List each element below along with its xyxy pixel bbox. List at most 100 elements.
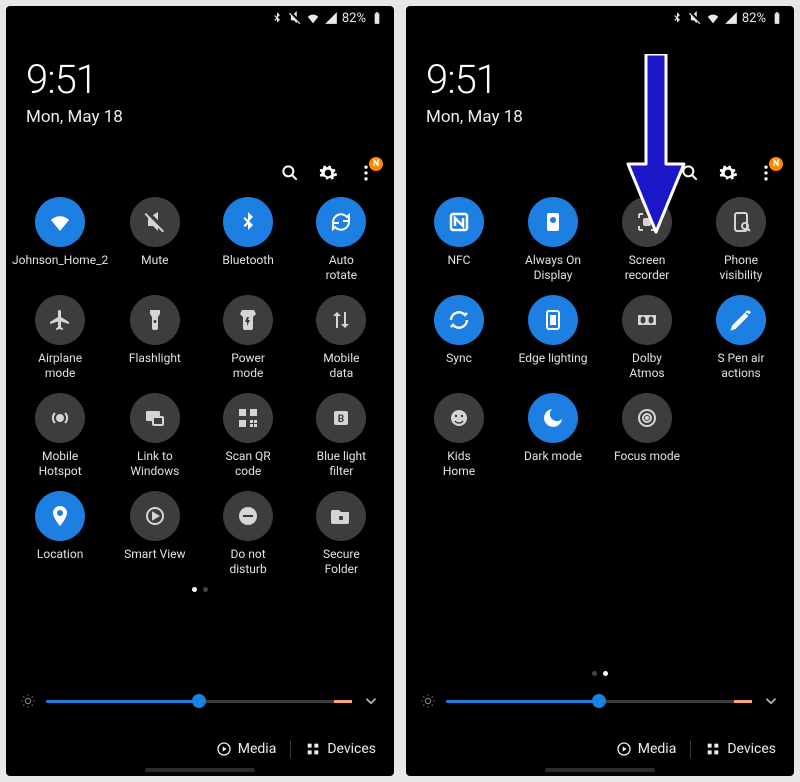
phonevis-icon	[716, 197, 766, 247]
gear-icon[interactable]	[718, 163, 738, 183]
tile-label: Secure Folder	[323, 547, 360, 577]
tile-qr[interactable]: Scan QR code	[201, 393, 294, 479]
tile-dnd[interactable]: Do not disturb	[201, 491, 294, 577]
search-icon[interactable]	[680, 163, 700, 183]
battery-percent: 82%	[342, 11, 366, 26]
mute-icon	[130, 197, 180, 247]
grid-icon	[305, 741, 321, 757]
tile-label: Sync	[446, 351, 472, 381]
media-button[interactable]: Media	[216, 741, 277, 757]
tile-screenrec[interactable]: Screen recorder	[600, 197, 694, 283]
page-dot	[192, 587, 197, 592]
tile-label: Mute	[141, 253, 168, 283]
tile-hotspot[interactable]: Mobile Hotspot	[12, 393, 108, 479]
tile-location[interactable]: Location	[12, 491, 108, 577]
svg-text:B: B	[338, 414, 344, 425]
quick-settings-toolbar: N	[6, 133, 394, 193]
spen-icon	[716, 295, 766, 345]
quick-settings-tiles: NFC Always On DisplayScreen recorderPhone…	[406, 193, 794, 479]
chevron-down-icon[interactable]	[362, 692, 380, 710]
tile-focus[interactable]: Focus mode	[600, 393, 694, 479]
power-icon	[223, 295, 273, 345]
tile-nfc[interactable]: NFC	[412, 197, 506, 283]
status-bar: 82%	[6, 6, 394, 30]
tile-spen[interactable]: S Pen air actions	[694, 295, 788, 381]
brightness-row	[6, 692, 394, 710]
autorotate-icon	[316, 197, 366, 247]
brightness-slider[interactable]	[46, 700, 352, 703]
nav-handle[interactable]	[545, 768, 655, 772]
edgelight-icon	[528, 295, 578, 345]
page-dot	[203, 587, 208, 592]
tile-label: Mobile Hotspot	[39, 449, 82, 479]
devices-button[interactable]: Devices	[705, 741, 776, 757]
page-dot	[603, 671, 608, 676]
status-bar: 82%	[406, 6, 794, 30]
tile-aod[interactable]: Always On Display	[506, 197, 600, 283]
more-icon[interactable]: N	[756, 163, 776, 183]
tile-smartview[interactable]: Smart View	[108, 491, 201, 577]
brightness-row	[406, 692, 794, 710]
tile-label: Power mode	[231, 351, 265, 381]
signal-status-icon	[724, 11, 738, 25]
tile-airplane[interactable]: Airplane mode	[12, 295, 108, 381]
tile-kids[interactable]: Kids Home	[412, 393, 506, 479]
tile-label: Kids Home	[443, 449, 475, 479]
location-icon	[35, 491, 85, 541]
screenrec-icon	[622, 197, 672, 247]
tile-label: Scan QR code	[226, 449, 271, 479]
tile-label: Bluetooth	[222, 253, 273, 283]
tile-label: Mobile data	[323, 351, 359, 381]
tile-darkmode[interactable]: Dark mode	[506, 393, 600, 479]
tile-flashlight[interactable]: Flashlight	[108, 295, 201, 381]
tile-power[interactable]: Power mode	[201, 295, 294, 381]
tile-label: Location	[37, 547, 83, 577]
darkmode-icon	[528, 393, 578, 443]
media-button[interactable]: Media	[616, 741, 677, 757]
brightness-icon	[420, 693, 436, 709]
wifi-status-icon	[706, 11, 720, 25]
page-indicator	[406, 671, 794, 676]
tile-wifi[interactable]: Johnson_Home_2	[12, 197, 108, 283]
brightness-slider[interactable]	[446, 700, 752, 703]
hotspot-icon	[35, 393, 85, 443]
tile-linkwindows[interactable]: Link to Windows	[108, 393, 201, 479]
tile-dolby[interactable]: Dolby Atmos	[600, 295, 694, 381]
tile-label: NFC	[447, 253, 470, 283]
qr-icon	[223, 393, 273, 443]
page-dot	[592, 671, 597, 676]
focus-icon	[622, 393, 672, 443]
tile-mute[interactable]: Mute	[108, 197, 201, 283]
tile-edgelight[interactable]: Edge lighting	[506, 295, 600, 381]
tile-bluetooth[interactable]: Bluetooth	[201, 197, 294, 283]
mute-status-icon	[288, 11, 302, 25]
tile-phonevis[interactable]: Phone visibility	[694, 197, 788, 283]
wifi-status-icon	[306, 11, 320, 25]
battery-status-icon	[770, 11, 784, 25]
search-icon[interactable]	[280, 163, 300, 183]
clock-time: 9:51	[426, 56, 774, 103]
grid-icon	[705, 741, 721, 757]
more-icon[interactable]: N	[356, 163, 376, 183]
tile-label: Blue light filter	[317, 449, 366, 479]
tile-securefolder[interactable]: Secure Folder	[295, 491, 388, 577]
tile-sync[interactable]: Sync	[412, 295, 506, 381]
kids-icon	[434, 393, 484, 443]
gear-icon[interactable]	[318, 163, 338, 183]
sync-icon	[434, 295, 484, 345]
tile-label: Do not disturb	[229, 547, 266, 577]
flashlight-icon	[130, 295, 180, 345]
clock-block: 9:51 Mon, May 18	[406, 30, 794, 133]
chevron-down-icon[interactable]	[762, 692, 780, 710]
tile-label: Dolby Atmos	[629, 351, 664, 381]
media-label: Media	[638, 741, 677, 757]
tile-autorotate[interactable]: Auto rotate	[295, 197, 388, 283]
tile-mobiledata[interactable]: Mobile data	[295, 295, 388, 381]
bluetooth-status-icon	[670, 11, 684, 25]
media-label: Media	[238, 741, 277, 757]
dolby-icon	[622, 295, 672, 345]
aod-icon	[528, 197, 578, 247]
devices-button[interactable]: Devices	[305, 741, 376, 757]
nav-handle[interactable]	[145, 768, 255, 772]
tile-bluelight[interactable]: B Blue light filter	[295, 393, 388, 479]
